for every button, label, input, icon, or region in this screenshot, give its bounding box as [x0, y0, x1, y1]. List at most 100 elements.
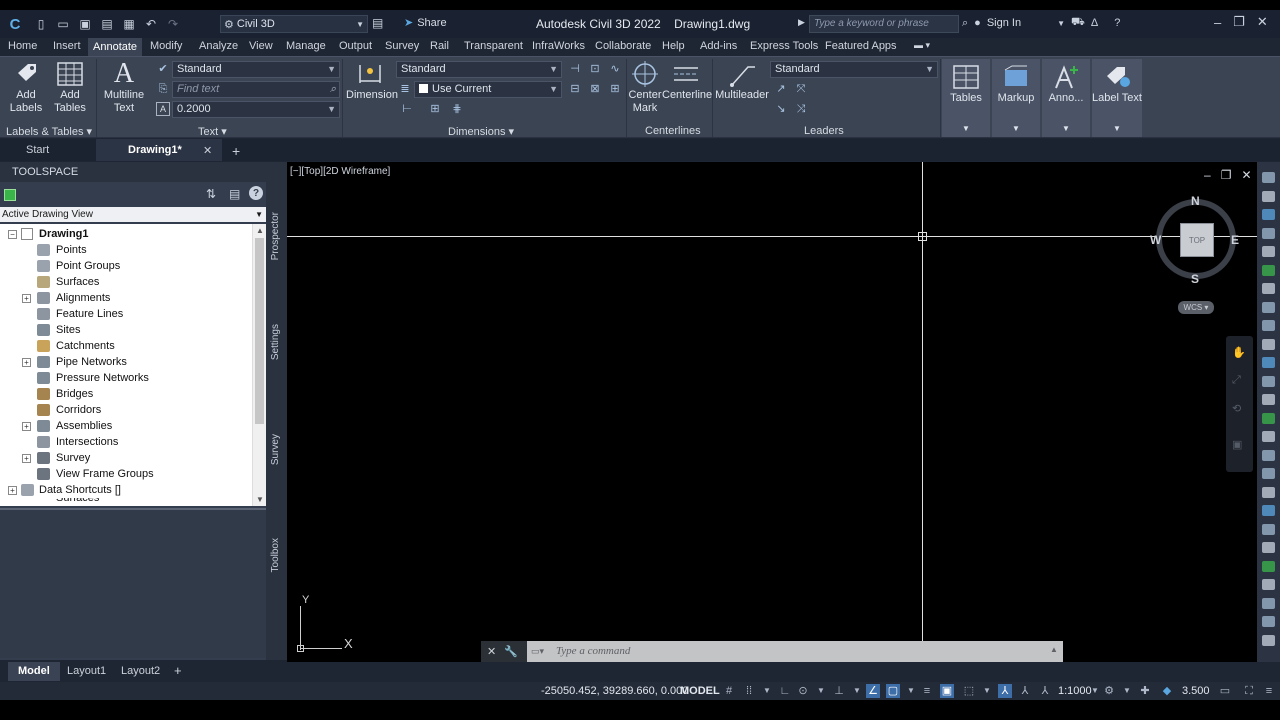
tab-infraworks[interactable]: InfraWorks — [532, 40, 585, 52]
tab-featured-apps[interactable]: Featured Apps — [825, 40, 897, 52]
tab-output[interactable]: Output — [339, 40, 372, 52]
centerline-button[interactable]: Centerline — [662, 61, 712, 102]
showmotion-icon[interactable]: ▣ — [1232, 438, 1242, 451]
text-style-dropdown[interactable]: Standard ▼ — [172, 61, 340, 78]
tree-item[interactable]: Catchments — [0, 338, 250, 354]
annotation-scale-icon[interactable]: ⅄ — [1038, 684, 1052, 698]
orbit-icon[interactable]: ⟲ — [1232, 402, 1241, 415]
dim-tool-4-icon[interactable]: ⊟ — [568, 82, 582, 96]
remove-leader-icon[interactable]: ↘ — [774, 102, 788, 116]
tab-collaborate[interactable]: Collaborate — [595, 40, 651, 52]
open-icon[interactable]: ▭ — [55, 16, 71, 32]
dim-layer-dropdown[interactable]: Use Current ▼ — [414, 81, 562, 98]
tree-item[interactable]: Pressure Networks — [0, 370, 250, 386]
tab-home[interactable]: Home — [8, 40, 37, 52]
baseline-dim-icon[interactable]: ⋕ — [450, 102, 464, 116]
hardware-acceleration-icon[interactable]: ▭ — [1218, 684, 1232, 698]
object-snap-icon[interactable]: ▢ — [886, 684, 900, 698]
command-input[interactable]: Type a command — [527, 641, 1063, 662]
dim-tool-6-icon[interactable]: ⊞ — [608, 82, 622, 96]
cart-icon[interactable]: ⛟ — [1071, 16, 1085, 30]
chevron-down-icon[interactable]: ▼ — [814, 684, 828, 698]
tree-item[interactable]: View Frame Groups — [0, 466, 250, 482]
tab-insert[interactable]: Insert — [53, 40, 81, 52]
tree-item[interactable]: Surfaces — [0, 274, 250, 290]
palette-tool-icon[interactable] — [1262, 172, 1275, 183]
quick-dim-icon[interactable]: ⊞ — [428, 102, 442, 116]
toolspace-options-icon[interactable]: ▤ — [229, 187, 240, 201]
chevron-down-icon[interactable]: ▼ — [850, 684, 864, 698]
tab-toolbox[interactable]: Toolbox — [270, 538, 281, 572]
palette-tool-icon[interactable] — [1262, 412, 1275, 424]
add-tables-button[interactable]: Add Tables — [52, 61, 88, 115]
new-icon[interactable]: ▯ — [33, 16, 49, 32]
undo-icon[interactable]: ↶ — [143, 16, 159, 32]
close-tab-icon[interactable]: ✕ — [203, 144, 212, 157]
minimize-icon[interactable]: – — [1204, 168, 1211, 182]
layer-icon[interactable]: ▤ — [372, 16, 383, 30]
chevron-down-icon[interactable]: ▼ — [1120, 684, 1134, 698]
find-search-icon[interactable]: ⌕ — [330, 82, 336, 97]
palette-tool-icon[interactable] — [1262, 468, 1275, 479]
palette-tool-icon[interactable] — [1262, 338, 1275, 350]
compass-east[interactable]: E — [1231, 233, 1239, 247]
compass-south[interactable]: S — [1191, 272, 1199, 286]
clean-screen-icon[interactable]: ⛶ — [1242, 684, 1256, 698]
snap-icon[interactable]: ⁞⁞ — [742, 684, 756, 698]
palette-tool-icon[interactable] — [1262, 449, 1275, 461]
zoom-value[interactable]: 3.500 — [1182, 685, 1210, 697]
add-labels-button[interactable]: Add Labels — [8, 61, 44, 115]
command-history-icon[interactable]: ▭▾ — [531, 646, 549, 657]
tab-settings[interactable]: Settings — [270, 324, 281, 360]
gear-icon[interactable]: ⚙ — [1102, 684, 1116, 698]
tree-item[interactable]: + Assemblies — [0, 418, 250, 434]
close-icon[interactable]: ✕ — [1241, 168, 1251, 182]
help-icon[interactable]: ? — [249, 186, 263, 200]
collect-leader-icon[interactable]: ⤨ — [794, 102, 808, 116]
palette-tool-icon[interactable] — [1262, 597, 1275, 609]
palette-tool-icon[interactable] — [1262, 190, 1275, 202]
tab-analyze[interactable]: Analyze — [199, 40, 238, 52]
share-button[interactable]: ➤ Share — [404, 16, 447, 30]
palette-tool-icon[interactable] — [1262, 560, 1275, 572]
scroll-up-icon[interactable]: ▲ — [256, 226, 264, 235]
chevron-down-icon[interactable]: ▼ — [1088, 684, 1102, 698]
palette-tool-icon[interactable] — [1262, 394, 1275, 405]
help-icon[interactable]: ? — [1114, 17, 1120, 29]
center-mark-button[interactable]: Center Mark — [628, 61, 662, 115]
viewcube-top-face[interactable]: TOP — [1180, 223, 1214, 257]
tab-view[interactable]: View — [249, 40, 273, 52]
compass-west[interactable]: W — [1150, 233, 1161, 247]
tree-item[interactable]: Point Groups — [0, 258, 250, 274]
tree-item[interactable]: Bridges — [0, 386, 250, 402]
zoom-extents-icon[interactable]: ⤢ — [1232, 374, 1241, 387]
object-snap-tracking-icon[interactable]: ∠ — [866, 684, 880, 698]
save-as-icon[interactable]: ▤ — [99, 16, 115, 32]
expand-icon[interactable]: + — [22, 358, 31, 367]
annotation-scale-value[interactable]: 1:1000 — [1058, 685, 1092, 697]
dim-tool-5-icon[interactable]: ⊠ — [588, 82, 602, 96]
palette-tool-icon[interactable] — [1262, 579, 1275, 590]
tree-item[interactable]: Sites — [0, 322, 250, 338]
new-tab-icon[interactable]: + — [232, 143, 240, 159]
command-expand-icon[interactable]: ▲ — [1050, 645, 1058, 654]
tab-annotate[interactable]: Annotate — [88, 38, 143, 56]
leader-style-dropdown[interactable]: Standard ▼ — [770, 61, 938, 78]
auto-scale-icon[interactable]: ⅄ — [1018, 684, 1032, 698]
palette-tool-icon[interactable] — [1262, 616, 1275, 627]
text-height-input[interactable]: 0.2000 ▼ — [172, 101, 340, 118]
tab-express-tools[interactable]: Express Tools — [750, 40, 818, 52]
transparency-icon[interactable]: ▣ — [940, 684, 954, 698]
lineweight-icon[interactable]: ≡ — [920, 684, 934, 698]
dim-tool-2-icon[interactable]: ⊡ — [588, 62, 602, 76]
palette-tool-icon[interactable] — [1262, 264, 1275, 276]
tab-transparent[interactable]: Transparent — [464, 40, 523, 52]
palette-tool-icon[interactable] — [1262, 227, 1275, 239]
palette-tool-icon[interactable] — [1262, 320, 1275, 331]
customization-menu-icon[interactable]: ≡ — [1262, 684, 1276, 698]
pan-icon[interactable]: ✋ — [1232, 346, 1246, 359]
isolate-objects-icon[interactable]: ◆ — [1160, 684, 1174, 698]
scroll-thumb[interactable] — [255, 238, 264, 424]
compass-north[interactable]: N — [1191, 194, 1200, 208]
tab-survey-vertical[interactable]: Survey — [270, 434, 281, 465]
